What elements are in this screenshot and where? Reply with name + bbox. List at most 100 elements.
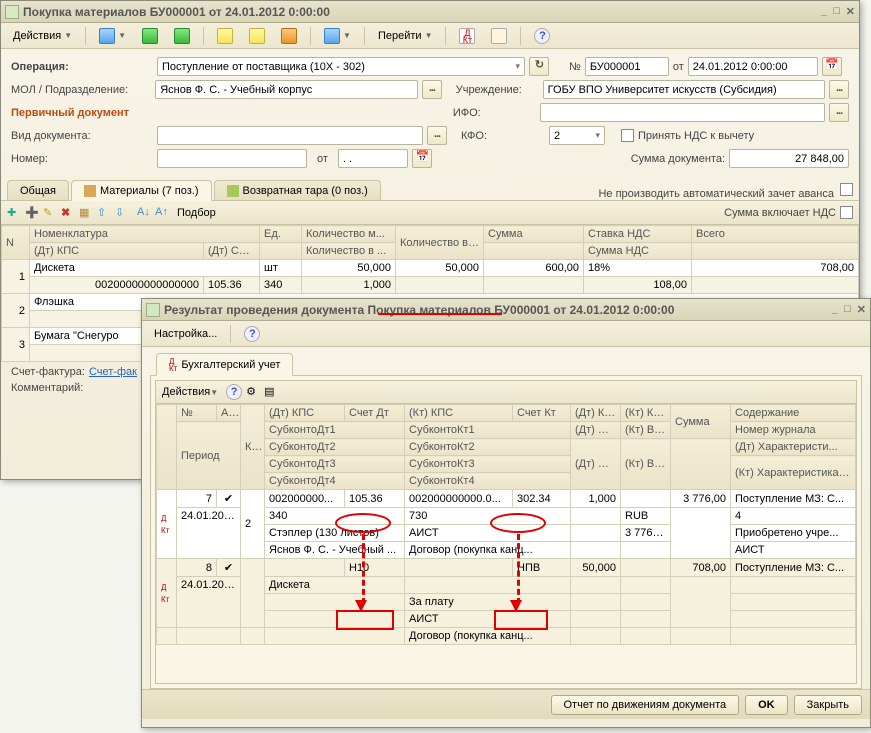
- toolbar-icon-4[interactable]: [211, 26, 239, 46]
- down-button[interactable]: ⇩: [115, 206, 129, 220]
- table-row[interactable]: 00200000000000000 105.36 340 1,000 108,0…: [2, 277, 859, 294]
- tab-materials[interactable]: Материалы (7 поз.): [71, 180, 212, 201]
- toolbar-icon-5[interactable]: [243, 26, 271, 46]
- tab-general[interactable]: Общая: [7, 180, 69, 200]
- th-qty-m[interactable]: Количество м...: [302, 226, 396, 243]
- kfo-field[interactable]: 2: [549, 126, 605, 145]
- th-unit[interactable]: Ед.: [260, 226, 302, 243]
- pth-sdt3[interactable]: СубконтоДт3: [265, 456, 405, 473]
- pth-acctdt[interactable]: Счет Дт: [345, 405, 405, 422]
- maximize-button[interactable]: □: [844, 303, 851, 316]
- prim-date-cal[interactable]: 📅: [412, 149, 432, 168]
- pth-dtva[interactable]: (Дт) Ва...: [571, 422, 621, 439]
- posting-row[interactable]: Договор (покупка канц...: [157, 628, 856, 645]
- add-copy-button[interactable]: ➕: [25, 206, 39, 220]
- pth-skt3[interactable]: СубконтоКт3: [405, 456, 571, 473]
- pth-sdt1[interactable]: СубконтоДт1: [265, 422, 405, 439]
- toolbar-icon-2[interactable]: [136, 26, 164, 46]
- th-dt-acct[interactable]: (Дт) Счет: [204, 243, 260, 260]
- pth-no[interactable]: №: [177, 405, 217, 422]
- posting-row[interactable]: ДКт 7 ✔ 2 002000000... 105.36 0020000000…: [157, 490, 856, 508]
- pth-desc[interactable]: Содержание: [731, 405, 856, 422]
- th-qty-p[interactable]: Количество в ...: [302, 243, 396, 260]
- pth-sdt4[interactable]: СубконтоДт4: [265, 473, 405, 490]
- pth-ktva[interactable]: (Кт) Ва...: [621, 422, 671, 439]
- post-icon-1[interactable]: ⚙: [246, 385, 260, 399]
- toolbar-icon-1[interactable]: ▼: [93, 26, 132, 46]
- th-sum[interactable]: Сумма: [484, 226, 584, 243]
- post-icon-2[interactable]: ▤: [264, 385, 278, 399]
- pth-skt1[interactable]: СубконтоКт1: [405, 422, 571, 439]
- goto-menu[interactable]: Перейти▼: [372, 28, 439, 44]
- inst-select[interactable]: ...: [829, 80, 849, 99]
- ifo-field[interactable]: [540, 103, 825, 122]
- th-n[interactable]: N: [2, 226, 30, 260]
- prim-date-field[interactable]: . .: [338, 149, 408, 168]
- doc-date-field[interactable]: 24.01.2012 0:00:00: [688, 57, 818, 76]
- minimize-button[interactable]: _: [832, 303, 838, 316]
- minimize-button[interactable]: _: [821, 5, 827, 18]
- th-vat-sum[interactable]: Сумма НДС: [584, 243, 692, 260]
- pth-dtkps[interactable]: (Дт) КПС: [265, 405, 345, 422]
- grid-icon[interactable]: ▦: [79, 206, 93, 220]
- inst-field[interactable]: ГОБУ ВПО Университет искусств (Субсидия): [543, 80, 826, 99]
- pth-ak[interactable]: Ак...: [217, 405, 241, 422]
- sort-asc-button[interactable]: A↓: [137, 206, 151, 220]
- toolbar-icon-6[interactable]: [275, 26, 303, 46]
- add-row-button[interactable]: ✚: [7, 206, 21, 220]
- tab-return[interactable]: Возвратная тара (0 поз.): [214, 180, 381, 200]
- th-vat[interactable]: Ставка НДС: [584, 226, 692, 243]
- pth-sdt2[interactable]: СубконтоДт2: [265, 439, 405, 456]
- close-button[interactable]: ✕: [857, 303, 866, 316]
- edit-button[interactable]: ✎: [43, 206, 57, 220]
- posting-grid[interactable]: № Ак... К... (Дт) КПС Счет Дт (Кт) КПС С…: [156, 404, 856, 645]
- report-button[interactable]: Отчет по движениям документа: [551, 695, 740, 715]
- sort-desc-button[interactable]: A↑: [155, 206, 169, 220]
- mop-field[interactable]: Яснов Ф. С. - Учебный корпус: [155, 80, 418, 99]
- doc-kind-select[interactable]: ...: [427, 126, 447, 145]
- ok-button[interactable]: OK: [745, 695, 788, 715]
- posting-row[interactable]: ДКт 8 ✔ Н10 НПВ 50,000 708,00 Поступлени…: [157, 559, 856, 577]
- pth-skt2[interactable]: СубконтоКт2: [405, 439, 571, 456]
- operation-refresh[interactable]: ↻: [529, 57, 549, 76]
- dk-button[interactable]: ДКт: [453, 26, 481, 46]
- pth-period[interactable]: Период: [177, 422, 241, 490]
- pth-acctkt[interactable]: Счет Кт: [513, 405, 571, 422]
- posting-actions[interactable]: Действия▼: [162, 386, 218, 398]
- pth-ktkps[interactable]: (Кт) КПС: [405, 405, 513, 422]
- toolbar-icon-7[interactable]: ▼: [318, 26, 357, 46]
- posting-help[interactable]: ?: [226, 384, 242, 400]
- th-dt-kps[interactable]: (Дт) КПС: [30, 243, 204, 260]
- th-qty-acc[interactable]: Количество в учетных ...: [396, 226, 484, 260]
- help-button[interactable]: ?: [528, 26, 556, 46]
- date-calendar[interactable]: 📅: [822, 57, 842, 76]
- maximize-button[interactable]: □: [833, 5, 840, 18]
- ifo-select[interactable]: ...: [829, 103, 849, 122]
- close-button[interactable]: ✕: [846, 5, 855, 18]
- settings-button[interactable]: Настройка...: [148, 326, 223, 342]
- help-button[interactable]: ?: [238, 324, 266, 344]
- doc-kind-field[interactable]: [157, 126, 423, 145]
- table-row[interactable]: 1 Дискета шт 50,000 50,000 600,00 18% 70…: [2, 260, 859, 277]
- doc-number-field[interactable]: БУ000001: [585, 57, 669, 76]
- pth-journal[interactable]: Номер журнала: [731, 422, 856, 439]
- pth-k[interactable]: К...: [241, 405, 265, 490]
- selection-button[interactable]: Подбор: [177, 207, 216, 219]
- pth-skt4[interactable]: СубконтоКт4: [405, 473, 571, 490]
- th-nomen[interactable]: Номенклатура: [30, 226, 260, 243]
- vat-deduct-checkbox[interactable]: [621, 129, 634, 142]
- tab-accounting[interactable]: ДКтБухгалтерский учет: [156, 353, 293, 376]
- operation-field[interactable]: Поступление от поставщика (10Х - 302): [157, 57, 525, 76]
- toolbar-icon-3[interactable]: [168, 26, 196, 46]
- pth-dtval[interactable]: (Дт) Вал. сумма: [571, 439, 621, 490]
- up-button[interactable]: ⇧: [97, 206, 111, 220]
- actions-menu[interactable]: Действия▼: [7, 28, 78, 44]
- prim-number-field[interactable]: [157, 149, 307, 168]
- pth-sum[interactable]: Сумма: [671, 405, 731, 439]
- pth-dtchar[interactable]: (Дт) Характеристи...: [731, 439, 856, 456]
- delete-button[interactable]: ✖: [61, 206, 75, 220]
- pth-ktchar[interactable]: (Кт) Характеристика движения по ...: [731, 456, 856, 490]
- pth-ktko[interactable]: (Кт) Ко...: [621, 405, 671, 422]
- auto-offset-checkbox[interactable]: [840, 183, 853, 196]
- mop-select[interactable]: ...: [422, 80, 442, 99]
